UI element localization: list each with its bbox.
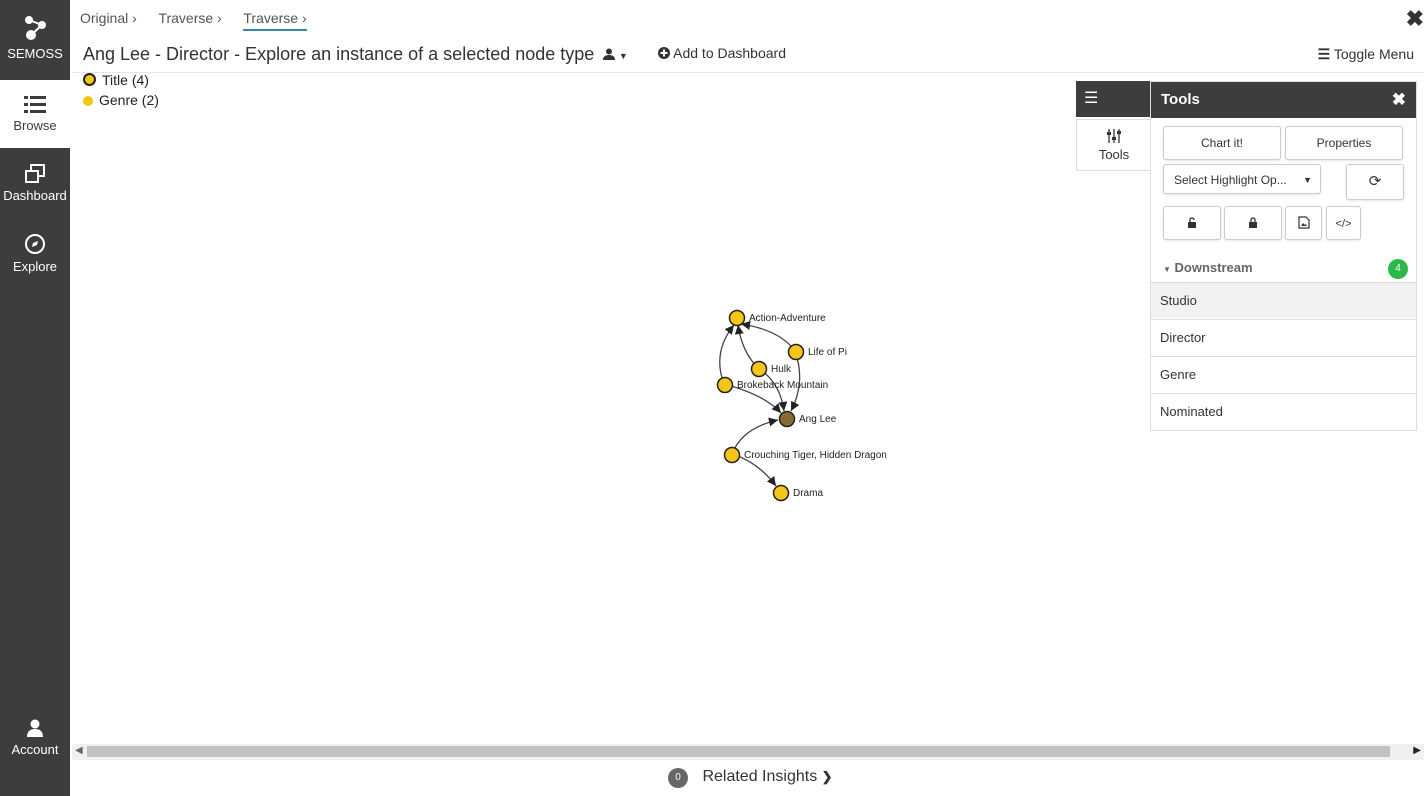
toggle-menu-label: Toggle Menu [1333, 46, 1414, 62]
export-image-button[interactable] [1285, 206, 1322, 240]
graph-node-label: Life of Pi [808, 347, 847, 358]
unlock-icon [1188, 217, 1196, 228]
tools-panel: Tools ✖ Chart it! Properties Select High… [1150, 81, 1417, 431]
sidebar-item-dashboard[interactable]: Dashboard [0, 164, 70, 203]
lock-button[interactable] [1224, 206, 1282, 240]
refresh-icon: ⟳ [1368, 173, 1382, 190]
downstream-count-badge: 4 [1388, 259, 1408, 279]
scroll-left-arrow-icon[interactable]: ◀ [75, 745, 83, 756]
graph-node-label: Crouching Tiger, Hidden Dragon [744, 450, 887, 461]
sidebar-item-explore[interactable]: Explore [0, 233, 70, 274]
graph-nodes: Action-Adventure Life of Pi Hulk Brokeback … [716, 309, 887, 502]
unlock-button[interactable] [1163, 206, 1221, 240]
graph-node-label: Brokeback Mountain [737, 380, 828, 391]
user-icon [603, 48, 615, 60]
tools-panel-header: Tools ✖ [1151, 82, 1416, 118]
graph-node[interactable] [728, 309, 746, 327]
caret-down-icon: ▼ [618, 51, 628, 61]
tools-tab-label: Tools [1098, 147, 1130, 162]
list-icon [24, 96, 46, 113]
edge [731, 417, 779, 455]
user-icon [27, 719, 43, 737]
add-to-dashboard-button[interactable]: Add to Dashboard [658, 45, 786, 61]
horizontal-scrollbar[interactable]: ◀ ▶ [72, 744, 1424, 760]
image-file-icon [1297, 216, 1310, 229]
tools-panel-title: Tools [1161, 91, 1200, 108]
code-icon: </> [1335, 218, 1352, 230]
embed-code-button[interactable]: </> [1326, 206, 1361, 240]
chevron-down-icon: ❯ [821, 769, 833, 784]
tools-tab[interactable]: Tools [1076, 119, 1151, 171]
caret-down-icon: ▼ [1163, 265, 1171, 274]
edge [719, 324, 735, 385]
refresh-button[interactable]: ⟳ [1346, 164, 1404, 200]
chart-it-button[interactable]: Chart it! [1163, 126, 1281, 160]
downstream-item[interactable]: Studio [1151, 282, 1416, 318]
network-graph[interactable]: Action-Adventure Life of Pi Hulk Brokeback … [72, 73, 1072, 733]
close-icon[interactable]: ✖ [1392, 82, 1406, 118]
downstream-toggle[interactable]: ▼ Downstream [1163, 260, 1253, 275]
downstream-label: Downstream [1174, 260, 1253, 275]
graph-node-label: Ang Lee [799, 414, 837, 425]
graph-node[interactable] [723, 446, 741, 464]
breadcrumb-item[interactable]: Traverse › [158, 10, 221, 26]
graph-node[interactable] [772, 484, 790, 502]
caret-down-icon: ▼ [1303, 175, 1312, 185]
page-title: Ang Lee - Director - Explore an instance… [83, 44, 595, 64]
user-dropdown-button[interactable]: ▼ [603, 46, 628, 62]
graph-node-label: Hulk [771, 364, 792, 375]
sidebar-item-label: Browse [13, 118, 57, 133]
add-to-dashboard-label: Add to Dashboard [673, 45, 786, 61]
sidebar-item-label: Dashboard [3, 188, 67, 203]
related-insights-label: Related Insights [702, 768, 818, 785]
breadcrumb: Original › Traverse › Traverse › [80, 10, 325, 31]
downstream-item[interactable]: Director [1151, 319, 1416, 355]
scroll-right-arrow-icon[interactable]: ▶ [1413, 745, 1421, 756]
breadcrumb-item[interactable]: Original › [80, 10, 137, 26]
semoss-logo-icon [25, 16, 46, 40]
hamburger-icon: ☰ [1084, 90, 1099, 107]
related-insights-count-badge: 0 [668, 768, 688, 788]
semoss-logo[interactable]: SEMOSS [0, 14, 70, 61]
related-insights-toggle[interactable]: 0 Related Insights ❯ [668, 768, 833, 788]
sidebar-item-label: Explore [12, 259, 58, 274]
highlight-select[interactable]: Select Highlight Op... ▼ [1163, 164, 1321, 194]
sidebar-item-browse[interactable]: Browse [0, 80, 70, 148]
compass-icon [25, 234, 45, 254]
dashboard-icon [25, 164, 45, 183]
breadcrumb-item-active[interactable]: Traverse › [243, 10, 307, 31]
sliders-icon [1107, 129, 1121, 143]
lock-icon [1249, 217, 1257, 228]
graph-node[interactable] [750, 360, 768, 378]
brand-label: SEMOSS [7, 46, 63, 61]
graph-node[interactable] [778, 410, 796, 428]
close-icon[interactable]: ✖ [1406, 6, 1424, 32]
hamburger-icon: ☰ [1317, 46, 1331, 62]
sidebar-item-account[interactable]: Account [0, 718, 70, 757]
highlight-select-value: Select Highlight Op... [1174, 173, 1287, 187]
plus-circle-icon [658, 47, 670, 59]
graph-node-label: Action-Adventure [749, 313, 826, 324]
toggle-menu-button[interactable]: ☰ Toggle Menu [1318, 46, 1414, 63]
left-sidebar: SEMOSS Browse Dashboard Explore Account [0, 0, 70, 796]
edge [734, 324, 759, 369]
downstream-item[interactable]: Nominated [1151, 393, 1416, 429]
graph-node[interactable] [716, 376, 734, 394]
graph-node-label: Drama [793, 488, 823, 499]
properties-button[interactable]: Properties [1285, 126, 1403, 160]
scrollbar-thumb[interactable] [87, 746, 1390, 757]
edge [740, 320, 796, 352]
downstream-item[interactable]: Genre [1151, 356, 1416, 392]
graph-node[interactable] [787, 343, 805, 361]
panel-menu-button[interactable]: ☰ [1076, 81, 1150, 117]
account-label: Account [11, 742, 59, 757]
